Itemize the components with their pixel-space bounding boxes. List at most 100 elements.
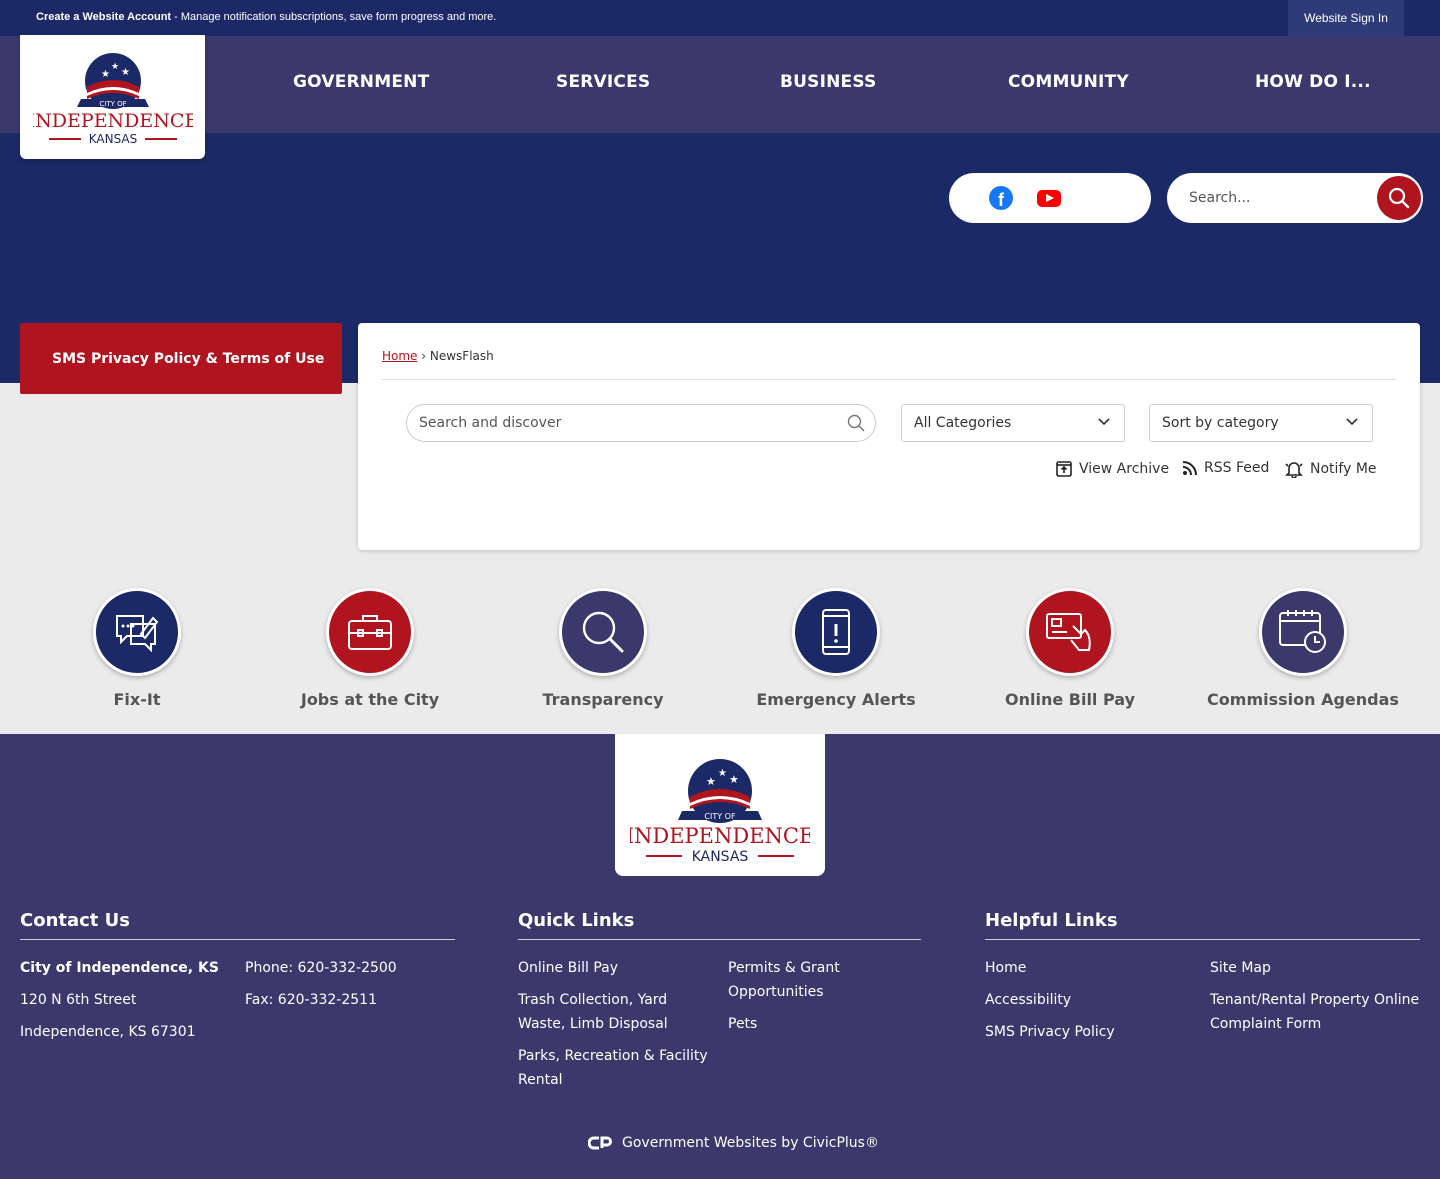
svg-text:★: ★ bbox=[111, 62, 119, 72]
chat-edit-icon bbox=[116, 615, 159, 653]
footer-link-sms-privacy[interactable]: SMS Privacy Policy bbox=[985, 1020, 1115, 1044]
footer-link-site-map[interactable]: Site Map bbox=[1210, 956, 1271, 980]
sign-in-button[interactable]: Website Sign In bbox=[1288, 0, 1404, 36]
social-links: f bbox=[949, 173, 1151, 223]
search-icon bbox=[1388, 187, 1410, 209]
helpful-links-divider bbox=[985, 939, 1420, 940]
newsflash-search-input[interactable] bbox=[419, 413, 839, 433]
notify-me-link[interactable]: Notify Me bbox=[1284, 460, 1377, 478]
footer-link-permits[interactable]: Permits & Grant Opportunities bbox=[728, 956, 908, 1004]
transparency-circle bbox=[559, 588, 647, 676]
footer-logo[interactable]: ★ ★ ★ CITY OF INDEPENDENCE KANSAS bbox=[615, 734, 825, 876]
category-select[interactable]: All Categories bbox=[901, 404, 1125, 442]
footer-link-parks-recreation[interactable]: Parks, Recreation & Facility Rental bbox=[518, 1044, 718, 1092]
breadcrumb-divider bbox=[382, 379, 1396, 380]
quick-link-label: Jobs at the City bbox=[300, 690, 440, 709]
contact-phone: Phone: 620-332-2500 bbox=[245, 960, 397, 976]
svg-text:KANSAS: KANSAS bbox=[692, 849, 749, 865]
quick-link-online-bill-pay[interactable]: Online Bill Pay bbox=[970, 588, 1170, 709]
jobs-circle bbox=[326, 588, 414, 676]
nav-item-business[interactable]: BUSINESS bbox=[780, 72, 877, 92]
quick-link-label: Fix-It bbox=[113, 690, 161, 709]
footer-link-home[interactable]: Home bbox=[985, 956, 1026, 980]
notify-me-label: Notify Me bbox=[1310, 461, 1377, 477]
sort-select-value: Sort by category bbox=[1162, 415, 1279, 431]
quick-link-jobs[interactable]: Jobs at the City bbox=[270, 588, 470, 709]
quick-link-commission-agendas[interactable]: Commission Agendas bbox=[1203, 588, 1403, 709]
quick-link-emergency-alerts[interactable]: Emergency Alerts bbox=[736, 588, 936, 709]
view-archive-link[interactable]: View Archive bbox=[1055, 460, 1169, 478]
footer-link-trash-collection[interactable]: Trash Collection, Yard Waste, Limb Dispo… bbox=[518, 988, 718, 1036]
city-seal-icon: ★ ★ ★ CITY OF INDEPENDENCE KANSAS bbox=[33, 53, 193, 146]
site-footer: ★ ★ ★ CITY OF INDEPENDENCE KANSAS Contac… bbox=[0, 734, 1440, 1179]
city-seal-icon: ★ ★ ★ CITY OF INDEPENDENCE KANSAS bbox=[630, 759, 810, 865]
footer-link-accessibility[interactable]: Accessibility bbox=[985, 988, 1071, 1012]
quick-link-label: Online Bill Pay bbox=[1004, 690, 1136, 709]
chevron-down-icon bbox=[1098, 418, 1110, 426]
facebook-icon[interactable]: f bbox=[989, 186, 1013, 210]
quick-link-fix-it[interactable]: Fix-It bbox=[37, 588, 237, 709]
chevron-down-icon bbox=[1346, 418, 1358, 426]
city-logo[interactable]: ★ ★ ★ CITY OF INDEPENDENCE KANSAS bbox=[20, 35, 205, 159]
quick-link-label: Transparency bbox=[542, 690, 664, 709]
card-pay-icon bbox=[1046, 613, 1091, 651]
contact-street: 120 N 6th Street bbox=[20, 992, 137, 1008]
civicplus-credit[interactable]: Government Websites by CivicPlus® bbox=[588, 1135, 879, 1151]
youtube-icon[interactable] bbox=[1037, 190, 1061, 207]
site-search bbox=[1167, 173, 1423, 223]
rss-feed-link[interactable]: RSS Feed bbox=[1182, 460, 1269, 476]
newsflash-card: Home › NewsFlash All Categories Sort by … bbox=[358, 323, 1420, 550]
footer-link-tenant-complaint[interactable]: Tenant/Rental Property Online Complaint … bbox=[1210, 988, 1425, 1036]
account-bar: Create a Website Account - Manage notifi… bbox=[0, 0, 1440, 36]
nav-item-services[interactable]: SERVICES bbox=[556, 72, 650, 92]
category-select-value: All Categories bbox=[914, 415, 1012, 431]
create-account-desc: - Manage notification subscriptions, sav… bbox=[171, 11, 497, 23]
svg-text:★: ★ bbox=[718, 768, 727, 779]
main-nav: GOVERNMENT SERVICES BUSINESS COMMUNITY H… bbox=[0, 36, 1440, 133]
contact-fax: Fax: 620-332-2511 bbox=[245, 992, 377, 1008]
agendas-circle bbox=[1259, 588, 1347, 676]
sms-privacy-link[interactable]: SMS Privacy Policy & Terms of Use bbox=[20, 323, 342, 394]
quick-links-divider bbox=[518, 939, 921, 940]
svg-text:CITY OF: CITY OF bbox=[99, 100, 126, 108]
contact-name: City of Independence, KS bbox=[20, 960, 219, 976]
civicplus-credit-label: Government Websites by CivicPlus® bbox=[622, 1135, 879, 1151]
footer-link-online-bill-pay[interactable]: Online Bill Pay bbox=[518, 956, 718, 980]
svg-text:KANSAS: KANSAS bbox=[88, 132, 137, 146]
breadcrumb-home[interactable]: Home bbox=[382, 349, 417, 363]
svg-text:★: ★ bbox=[101, 69, 110, 80]
nav-item-how-do-i[interactable]: HOW DO I... bbox=[1255, 72, 1371, 92]
svg-text:INDEPENDENCE: INDEPENDENCE bbox=[33, 110, 193, 132]
svg-text:CITY OF: CITY OF bbox=[704, 812, 736, 821]
briefcase-icon bbox=[348, 615, 392, 650]
bill-pay-circle bbox=[1026, 588, 1114, 676]
create-account-link[interactable]: Create a Website Account bbox=[36, 11, 171, 23]
archive-icon bbox=[1056, 461, 1072, 477]
rss-icon bbox=[1182, 461, 1197, 476]
contact-us-heading: Contact Us bbox=[20, 910, 131, 931]
sort-select[interactable]: Sort by category bbox=[1149, 404, 1373, 442]
svg-text:★: ★ bbox=[729, 773, 739, 786]
view-archive-label: View Archive bbox=[1079, 461, 1170, 477]
bell-icon bbox=[1285, 462, 1303, 478]
svg-text:INDEPENDENCE: INDEPENDENCE bbox=[630, 824, 810, 848]
contact-city: Independence, KS 67301 bbox=[20, 1024, 196, 1040]
site-search-input[interactable] bbox=[1189, 187, 1379, 209]
helpful-links-heading: Helpful Links bbox=[985, 910, 1118, 931]
breadcrumb: Home › NewsFlash bbox=[382, 349, 494, 363]
search-icon[interactable] bbox=[847, 414, 865, 432]
site-search-button[interactable] bbox=[1377, 176, 1421, 220]
civicplus-logo-icon bbox=[588, 1136, 612, 1150]
create-account-notice: Create a Website Account - Manage notifi… bbox=[36, 11, 496, 23]
nav-item-community[interactable]: COMMUNITY bbox=[1008, 72, 1129, 92]
quick-link-label: Commission Agendas bbox=[1207, 690, 1399, 709]
quick-link-transparency[interactable]: Transparency bbox=[503, 588, 703, 709]
emergency-circle bbox=[792, 588, 880, 676]
rss-feed-label: RSS Feed bbox=[1204, 460, 1270, 476]
svg-text:★: ★ bbox=[706, 775, 716, 788]
footer-link-pets[interactable]: Pets bbox=[728, 1012, 757, 1036]
magnifier-icon bbox=[582, 611, 624, 653]
nav-item-government[interactable]: GOVERNMENT bbox=[293, 72, 429, 92]
quick-link-label: Emergency Alerts bbox=[756, 690, 916, 709]
breadcrumb-current: NewsFlash bbox=[429, 349, 494, 363]
